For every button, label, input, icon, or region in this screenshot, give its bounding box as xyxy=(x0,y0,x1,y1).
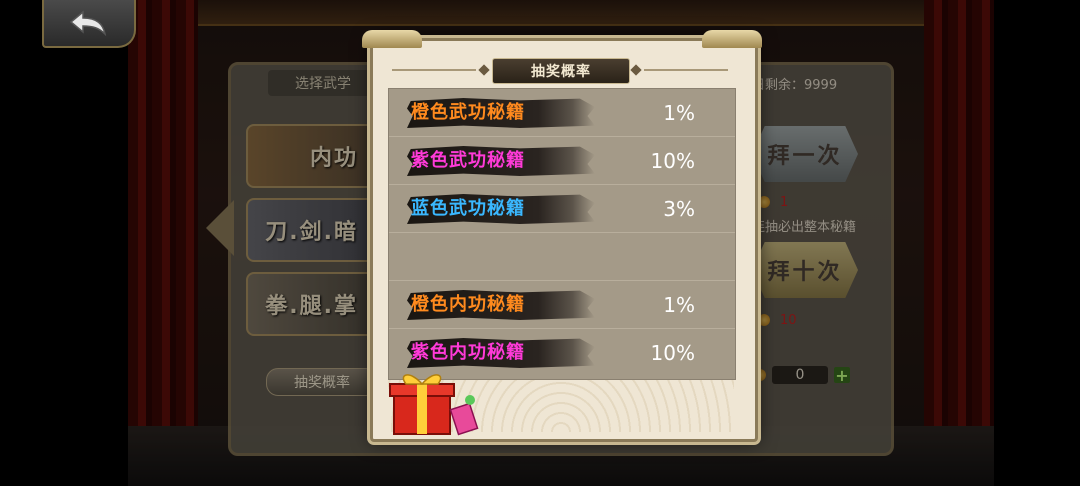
probability-row: 橙色武功秘籍 1% xyxy=(389,89,735,137)
dialog-title: 抽奖概率 xyxy=(492,58,630,84)
item-probability: 3% xyxy=(663,197,695,221)
probability-row: 橙色内功秘籍 1% xyxy=(389,281,735,329)
probability-row: 蓝色武功秘籍 3% xyxy=(389,185,735,233)
item-name: 橙色内功秘籍 xyxy=(411,294,525,315)
game-screen: 选择武学 日剩余：9999 内功 刀.剑.暗 拳.腿.掌 抽奖概率 拜一次 1 … xyxy=(0,0,1080,486)
gift-box-icon xyxy=(389,374,479,436)
probability-list[interactable]: 橙色武功秘籍 1% 紫色武功秘籍 10% 蓝色武功秘籍 3% 橙色内功秘籍 1%… xyxy=(388,88,736,380)
item-name: 蓝色武功秘籍 xyxy=(411,198,525,219)
back-arrow-icon xyxy=(69,10,107,37)
item-probability: 1% xyxy=(663,101,695,125)
title-divider-right xyxy=(644,69,728,71)
item-name: 橙色武功秘籍 xyxy=(411,102,525,123)
dialog-ornament-right xyxy=(702,30,762,48)
dialog-ornament-left xyxy=(362,30,422,48)
item-name: 紫色内功秘籍 xyxy=(411,342,525,363)
probability-row-empty xyxy=(389,233,735,281)
item-probability: 1% xyxy=(663,293,695,317)
letterbox-right xyxy=(994,0,1080,486)
probability-row: 紫色武功秘籍 10% xyxy=(389,137,735,185)
title-divider-left xyxy=(392,69,476,71)
item-probability: 10% xyxy=(650,149,695,173)
item-name: 紫色武功秘籍 xyxy=(411,150,525,171)
back-button[interactable] xyxy=(42,0,136,48)
item-probability: 10% xyxy=(650,341,695,365)
letterbox-left xyxy=(0,0,128,486)
